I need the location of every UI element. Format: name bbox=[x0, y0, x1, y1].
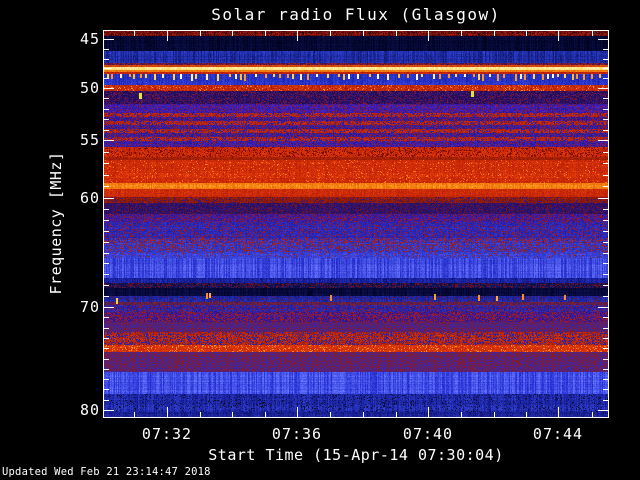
chart-title: Solar radio Flux (Glasgow) bbox=[211, 5, 501, 24]
y-tick-label-50: 50 bbox=[79, 79, 100, 97]
x-tick-label-0744: 07:44 bbox=[532, 425, 584, 443]
y-tick-label-45: 45 bbox=[79, 30, 100, 48]
y-tick-label-60: 60 bbox=[79, 189, 100, 207]
y-tick-label-80: 80 bbox=[79, 401, 100, 419]
y-axis-label: Frequency [MHz] bbox=[47, 151, 65, 295]
plot-frame bbox=[103, 30, 609, 418]
x-axis-label: Start Time (15-Apr-14 07:30:04) bbox=[208, 446, 504, 464]
x-tick-label-0736: 07:36 bbox=[271, 425, 323, 443]
solar-radio-spectrogram-page: Solar radio Flux (Glasgow) Frequency [MH… bbox=[0, 0, 640, 480]
x-tick-label-0740: 07:40 bbox=[402, 425, 454, 443]
y-tick-label-55: 55 bbox=[79, 131, 100, 149]
y-tick-label-70: 70 bbox=[79, 298, 100, 316]
updated-timestamp: Updated Wed Feb 21 23:14:47 2018 bbox=[2, 466, 211, 478]
spectrogram-canvas bbox=[104, 31, 608, 417]
x-tick-label-0732: 07:32 bbox=[141, 425, 193, 443]
